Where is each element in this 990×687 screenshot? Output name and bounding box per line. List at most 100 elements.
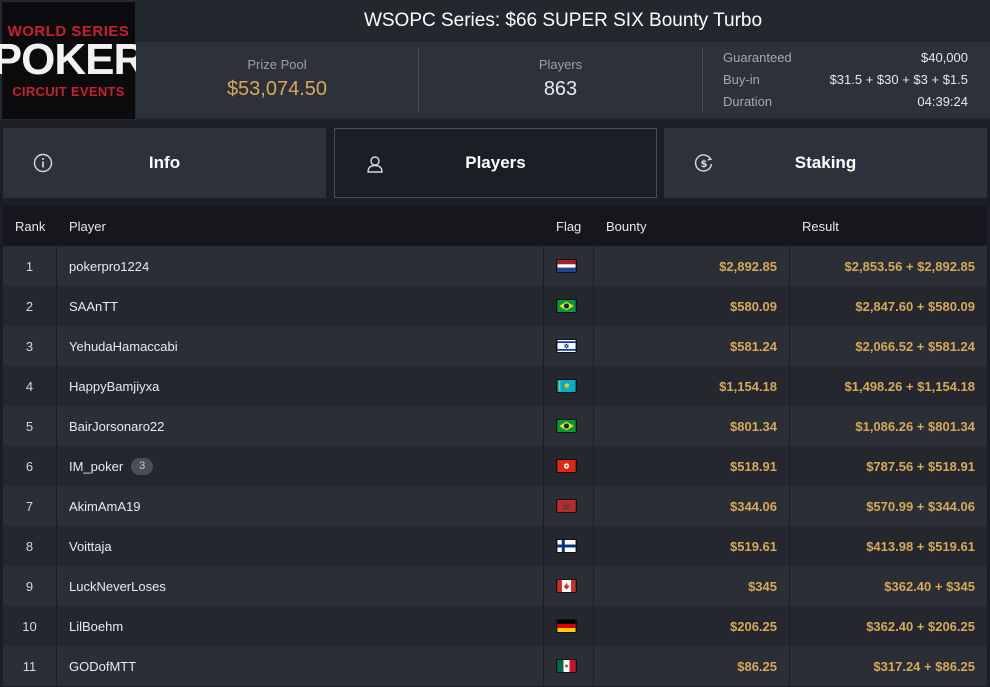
bounty-cell: $344.06 — [730, 498, 777, 514]
player-name-cell[interactable]: AkimAmA19 — [69, 486, 141, 526]
column-divider — [789, 566, 790, 606]
flag-cell — [556, 366, 578, 406]
prize-pool-label: Prize Pool — [247, 57, 307, 72]
player-name-cell[interactable]: YehudaHamaccabi — [69, 326, 178, 366]
player-name[interactable]: Voittaja — [69, 539, 112, 554]
player-name-cell[interactable]: LilBoehm — [69, 606, 123, 646]
table-row[interactable]: 11 GODofMTT $86.25 $317.24 + $86.25 — [3, 646, 987, 686]
column-divider — [789, 406, 790, 446]
country-flag-icon — [556, 299, 577, 313]
stats-bar: Prize Pool $53,074.50 Players 863 Guaran… — [136, 42, 990, 118]
table-row[interactable]: 5 BairJorsonaro22 $801.34 $1,086.26 + $8… — [3, 406, 987, 446]
player-name-cell[interactable]: IM_poker 3 — [69, 446, 154, 486]
detail-value: $40,000 — [921, 50, 968, 65]
player-name[interactable]: AkimAmA19 — [69, 499, 141, 514]
result-cell: $362.40 + $206.25 — [866, 618, 975, 634]
player-name-cell[interactable]: BairJorsonaro22 — [69, 406, 164, 446]
logo-text-circuit-events: CIRCUIT EVENTS — [12, 83, 125, 99]
column-divider — [543, 246, 544, 286]
prize-pool-value: $53,074.50 — [226, 78, 328, 100]
header-bounty[interactable]: Bounty — [606, 219, 646, 234]
tab-info[interactable]: Info — [3, 128, 326, 198]
table-body: 1 pokerpro1224 $2,892.85 $2,853.56 + $2,… — [3, 246, 987, 686]
column-divider — [56, 606, 57, 646]
rank-cell: 6 — [25, 458, 34, 474]
result-cell: $570.99 + $344.06 — [866, 498, 975, 514]
flag-cell — [556, 326, 578, 366]
rank-cell: 11 — [22, 658, 37, 674]
table-row[interactable]: 1 pokerpro1224 $2,892.85 $2,853.56 + $2,… — [3, 246, 987, 286]
header-rank[interactable]: Rank — [15, 219, 45, 234]
column-divider — [56, 246, 57, 286]
column-divider — [56, 526, 57, 566]
column-divider — [543, 326, 544, 366]
detail-value: 04:39:24 — [917, 94, 968, 109]
player-name[interactable]: GODofMTT — [69, 659, 136, 674]
column-divider — [593, 526, 594, 566]
detail-duration: Duration 04:39:24 — [723, 94, 968, 109]
column-divider — [593, 406, 594, 446]
flag-cell — [556, 406, 578, 446]
player-name-cell[interactable]: pokerpro1224 — [69, 246, 149, 286]
column-divider — [56, 646, 57, 686]
players-stat: Players 863 — [419, 42, 702, 118]
bounty-cell: $581.24 — [730, 338, 777, 354]
player-name-cell[interactable]: SAAnTT — [69, 286, 118, 326]
column-divider — [543, 286, 544, 326]
player-name[interactable]: BairJorsonaro22 — [69, 419, 164, 434]
table-row[interactable]: 7 AkimAmA19 $344.06 $570.99 + $344.06 — [3, 486, 987, 526]
player-name[interactable]: YehudaHamaccabi — [69, 339, 178, 354]
column-divider — [543, 646, 544, 686]
player-name[interactable]: HappyBamjiyxa — [69, 379, 159, 394]
player-name[interactable]: LuckNeverLoses — [69, 579, 166, 594]
table-row[interactable]: 4 HappyBamjiyxa $1,154.18 $1,498.26 + $1… — [3, 366, 987, 406]
bounty-cell: $206.25 — [730, 618, 777, 634]
result-cell: $1,498.26 + $1,154.18 — [844, 378, 975, 394]
result-cell: $2,847.60 + $580.09 — [855, 298, 975, 314]
table-row[interactable]: 2 SAAnTT $580.09 $2,847.60 + $580.09 — [3, 286, 987, 326]
header-player[interactable]: Player — [69, 219, 106, 234]
column-divider — [593, 366, 594, 406]
detail-guaranteed: Guaranteed $40,000 — [723, 50, 968, 65]
player-name-cell[interactable]: Voittaja — [69, 526, 112, 566]
column-divider — [543, 406, 544, 446]
player-name-cell[interactable]: LuckNeverLoses — [69, 566, 166, 606]
result-cell: $362.40 + $345 — [884, 578, 975, 594]
bounty-cell: $519.61 — [730, 538, 777, 554]
player-name[interactable]: LilBoehm — [69, 619, 123, 634]
player-name-cell[interactable]: HappyBamjiyxa — [69, 366, 159, 406]
column-divider — [593, 446, 594, 486]
column-divider — [543, 366, 544, 406]
player-name[interactable]: IM_poker — [69, 459, 123, 474]
result-cell: $2,066.52 + $581.24 — [855, 338, 975, 354]
column-divider — [56, 566, 57, 606]
column-divider — [593, 606, 594, 646]
player-name-cell[interactable]: GODofMTT — [69, 646, 136, 686]
player-name[interactable]: SAAnTT — [69, 299, 118, 314]
player-count-badge[interactable]: 3 — [131, 457, 154, 475]
flag-cell — [556, 646, 578, 686]
dollar-coin-icon: $ — [694, 154, 713, 172]
wsop-circuit-logo: WORLD SERIES POKER CIRCUIT EVENTS — [0, 2, 145, 119]
rank-cell: 1 — [25, 258, 34, 274]
player-name[interactable]: pokerpro1224 — [69, 259, 149, 274]
header-result[interactable]: Result — [802, 219, 839, 234]
info-icon — [33, 153, 53, 173]
tab-players[interactable]: Players — [334, 128, 657, 198]
table-row[interactable]: 10 LilBoehm $206.25 $362.40 + $206.25 — [3, 606, 987, 646]
flag-cell — [556, 446, 578, 486]
header-flag[interactable]: Flag — [556, 219, 581, 234]
tab-staking[interactable]: $ Staking — [664, 128, 987, 198]
table-row[interactable]: 8 Voittaja $519.61 $413.98 + $519.61 — [3, 526, 987, 566]
divider — [702, 48, 703, 112]
rank-cell: 10 — [22, 618, 37, 634]
country-flag-icon — [556, 339, 577, 353]
table-row[interactable]: 6 IM_poker 3 $518.91 $787.56 + $518.91 — [3, 446, 987, 486]
table-row[interactable]: 9 LuckNeverLoses $345 $362.40 + $345 — [3, 566, 987, 606]
column-divider — [56, 326, 57, 366]
column-divider — [789, 526, 790, 566]
table-row[interactable]: 3 YehudaHamaccabi $581.24 $2,066.52 + $5… — [3, 326, 987, 366]
prize-pool-stat: Prize Pool $53,074.50 — [136, 42, 418, 118]
flag-cell — [556, 606, 578, 646]
detail-label: Buy-in — [723, 72, 760, 87]
